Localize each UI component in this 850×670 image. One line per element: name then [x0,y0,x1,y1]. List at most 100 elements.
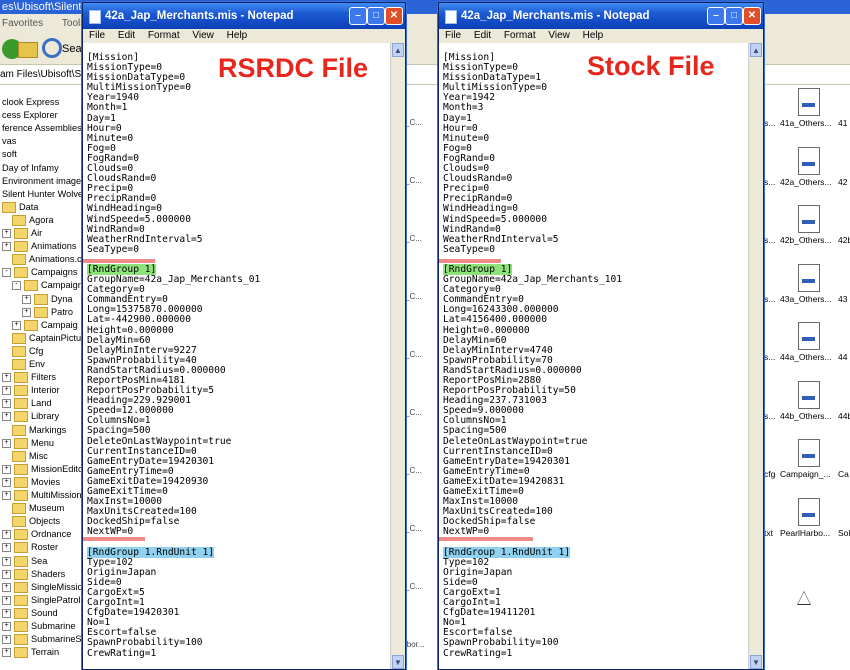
tree-item[interactable]: Objects [12,515,60,528]
tree-item[interactable]: + Ordnance [2,528,71,541]
expand-icon[interactable]: + [2,530,11,540]
expand-icon[interactable]: + [2,229,11,239]
maximize-button[interactable]: □ [367,7,385,25]
scroll-up-icon[interactable]: ▲ [392,43,404,57]
minimize-button[interactable]: – [349,7,367,25]
tree-item[interactable]: Day of Infamy [2,162,59,175]
notepad-title-bar[interactable]: 42a_Jap_Merchants.mis - Notepad – □ ✕ [83,3,405,29]
search-button-label[interactable]: Sea [62,43,82,55]
minimize-button[interactable]: – [707,7,725,25]
tree-item[interactable]: - Campaign [12,279,82,292]
tree-item[interactable]: + Campaig [12,319,78,332]
tree-item[interactable]: + Roster [2,541,58,554]
menu-file[interactable]: File [89,30,105,41]
tree-item[interactable]: + MultiMissions [2,489,82,502]
notepad-text-area[interactable]: [Mission] MissionType=0 MissionDataType=1 M… [439,43,749,669]
tree-item[interactable]: cess Explorer [2,109,58,122]
expand-icon[interactable]: + [2,491,11,501]
tree-item[interactable]: clook Express [2,96,59,109]
expand-icon[interactable]: + [2,556,11,566]
tree-item[interactable]: + Sea [2,555,47,568]
file-item[interactable]: s... 44b_Others... 44b [760,380,850,431]
expand-icon[interactable]: + [12,320,21,330]
tree-item[interactable]: Silent Hunter Wolves [2,188,82,201]
expand-icon[interactable]: + [2,608,11,618]
menu-format[interactable]: Format [148,30,180,41]
expand-icon[interactable]: + [2,242,11,252]
notepad-title-bar[interactable]: 42a_Jap_Merchants.mis - Notepad – □ ✕ [439,3,763,29]
tree-item[interactable]: + Library [2,410,59,423]
menu-view[interactable]: View [548,30,570,41]
tree-item[interactable]: Animations.o [12,253,82,266]
expand-icon[interactable]: + [2,386,11,396]
scroll-up-icon[interactable]: ▲ [750,43,762,57]
menu-edit[interactable]: Edit [118,30,135,41]
expand-icon[interactable]: + [2,412,11,422]
expand-icon[interactable]: + [22,307,31,317]
file-item[interactable]: s... 43a_Others... 43 [760,263,850,314]
expand-icon[interactable]: + [2,635,11,645]
menu-file[interactable]: File [445,30,461,41]
tree-item[interactable]: Museum [12,502,64,515]
expand-icon[interactable]: + [2,477,11,487]
tree-item[interactable]: + MissionEditor [2,463,82,476]
tree-item[interactable]: + Sound [2,607,58,620]
tree-item[interactable]: + SubmarineSc [2,633,82,646]
tree-item[interactable]: + SinglePatrols [2,594,82,607]
tree-item[interactable]: + Dyna [22,293,72,306]
tree-item[interactable]: vas [2,135,16,148]
tree-item[interactable]: + Air [2,227,42,240]
scroll-down-icon[interactable]: ▼ [750,655,762,669]
vertical-scrollbar[interactable]: ▲ ▼ [748,43,763,669]
collapse-icon[interactable]: - [12,281,21,291]
tree-item[interactable]: + Animations [2,240,76,253]
file-item[interactable]: s... 42a_Others... 42 [760,146,850,197]
file-item[interactable]: s... 41a_Others... 41 [760,88,850,138]
expand-icon[interactable]: + [2,543,11,553]
menu-edit[interactable]: Edit [474,30,491,41]
tree-item[interactable]: + Patro [22,306,73,319]
tree-item[interactable]: + Interior [2,384,60,397]
file-item[interactable]: s... 42b_Others... 42b [760,205,850,255]
expand-icon[interactable]: + [2,622,11,632]
tree-item[interactable]: Environment images [2,175,82,188]
tree-item[interactable]: + Menu [2,437,54,450]
expand-icon[interactable]: + [2,464,11,474]
file-item[interactable]: txt PearlHarbo... Sol [760,497,850,548]
tree-item[interactable]: Data [2,201,38,214]
maximize-button[interactable]: □ [725,7,743,25]
tree-item[interactable]: + SingleMission [2,581,82,594]
menu-favorites[interactable]: Favorites [2,18,43,29]
close-button[interactable]: ✕ [743,7,761,25]
expand-icon[interactable]: + [2,648,11,658]
vertical-scrollbar[interactable]: ▲ ▼ [390,43,405,669]
tree-item[interactable]: Env [12,358,45,371]
expand-icon[interactable]: + [2,569,11,579]
tree-item[interactable]: Misc [12,450,48,463]
menu-format[interactable]: Format [504,30,536,41]
menu-help[interactable]: Help [583,30,604,41]
tree-item[interactable]: soft [2,148,17,161]
tree-item[interactable]: + Filters [2,371,56,384]
tree-item[interactable]: CaptainPictur [12,332,82,345]
expand-icon[interactable]: + [2,399,11,409]
tree-item[interactable]: Agora [12,214,54,227]
tree-item[interactable]: + Land [2,397,51,410]
expand-icon[interactable]: + [2,582,11,592]
tree-item[interactable]: - Campaigns [2,266,77,279]
tree-item[interactable]: ference Assemblies [2,122,82,135]
tree-item[interactable]: + Shaders [2,568,65,581]
menu-view[interactable]: View [192,30,214,41]
tree-item[interactable]: Cfg [12,345,43,358]
search-icon[interactable] [42,38,62,58]
expand-icon[interactable]: + [2,438,11,448]
expand-icon[interactable]: + [2,595,11,605]
scroll-down-icon[interactable]: ▼ [392,655,404,669]
notepad-text-area[interactable]: [Mission] MissionType=0 MissionDataType=0 M… [83,43,391,669]
tree-item[interactable]: + Movies [2,476,60,489]
tree-item[interactable]: + Submarine [2,620,75,633]
tree-item[interactable]: + Terrain [2,646,59,659]
expand-icon[interactable]: + [2,373,11,383]
menu-help[interactable]: Help [227,30,248,41]
file-item[interactable]: cfg Campaign_... Ca [760,439,850,489]
